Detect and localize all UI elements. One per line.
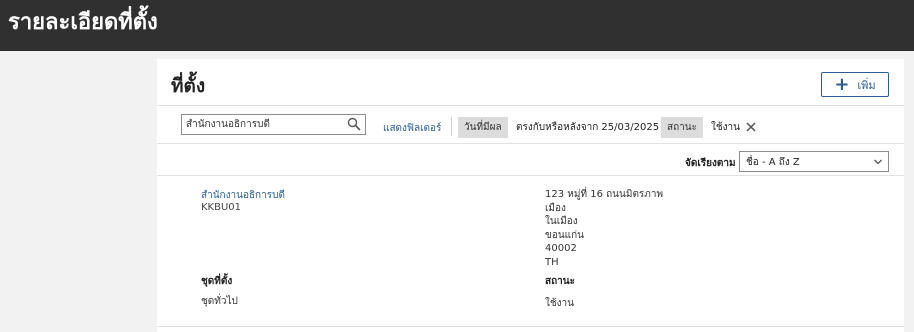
divider bbox=[157, 175, 904, 176]
search-box[interactable] bbox=[181, 114, 366, 135]
plus-icon: + bbox=[834, 73, 850, 95]
search-input[interactable] bbox=[186, 116, 346, 133]
address-line: ในเมือง bbox=[545, 216, 578, 227]
add-button[interactable]: + เพิ่ม bbox=[821, 72, 889, 97]
status-filter-label: สถานะ bbox=[661, 117, 703, 138]
address-line: 40002 bbox=[545, 243, 577, 254]
address-line: 123 หมู่ที่ 16 ถนนมิตรภาพ bbox=[545, 189, 664, 200]
locations-panel: ที่ตั้ง + เพิ่ม แสดงฟิลเตอร์ วันที่มีผล … bbox=[157, 59, 904, 332]
location-name-link[interactable]: สำนักงานอธิการบดี bbox=[201, 188, 285, 203]
address-line: TH bbox=[545, 256, 559, 268]
address-line: เมือง bbox=[545, 202, 566, 214]
page-header-title: รายละเอียดที่ตั้ง bbox=[8, 10, 158, 35]
sort-select[interactable]: ชื่อ - A ถึง Z bbox=[739, 151, 889, 172]
status-value: ใช้งาน bbox=[545, 298, 575, 309]
effective-date-filter-label: วันที่มีผล bbox=[458, 117, 508, 138]
divider bbox=[157, 143, 904, 144]
location-address: 123 หมู่ที่ 16 ถนนมิตรภาพ เมือง ในเมือง … bbox=[545, 188, 663, 269]
search-icon[interactable] bbox=[347, 117, 361, 131]
status-filter-value[interactable]: ใช้งาน bbox=[711, 117, 740, 138]
location-set-value: ชุดทั่วไป bbox=[201, 296, 238, 307]
chevron-down-icon bbox=[874, 159, 882, 165]
add-button-label: เพิ่ม bbox=[857, 78, 876, 92]
address-line: ขอนแก่น bbox=[545, 229, 585, 241]
status-label: สถานะ bbox=[545, 276, 575, 287]
show-filters-link[interactable]: แสดงฟิลเตอร์ bbox=[383, 121, 441, 136]
sort-select-value: ชื่อ - A ถึง Z bbox=[746, 157, 800, 168]
close-icon[interactable] bbox=[743, 119, 759, 135]
location-code: KKBU01 bbox=[201, 202, 242, 213]
location-set-label: ชุดที่ตั้ง bbox=[201, 276, 233, 287]
effective-date-filter-value[interactable]: ตรงกับหรือหลังจาก 25/03/2025 bbox=[516, 117, 659, 138]
filter-separator bbox=[451, 117, 452, 136]
app-header: รายละเอียดที่ตั้ง bbox=[0, 0, 914, 51]
divider bbox=[157, 326, 904, 327]
sort-label: จัดเรียงตาม bbox=[685, 158, 736, 169]
divider bbox=[157, 105, 904, 106]
page-title: ที่ตั้ง bbox=[171, 75, 206, 97]
